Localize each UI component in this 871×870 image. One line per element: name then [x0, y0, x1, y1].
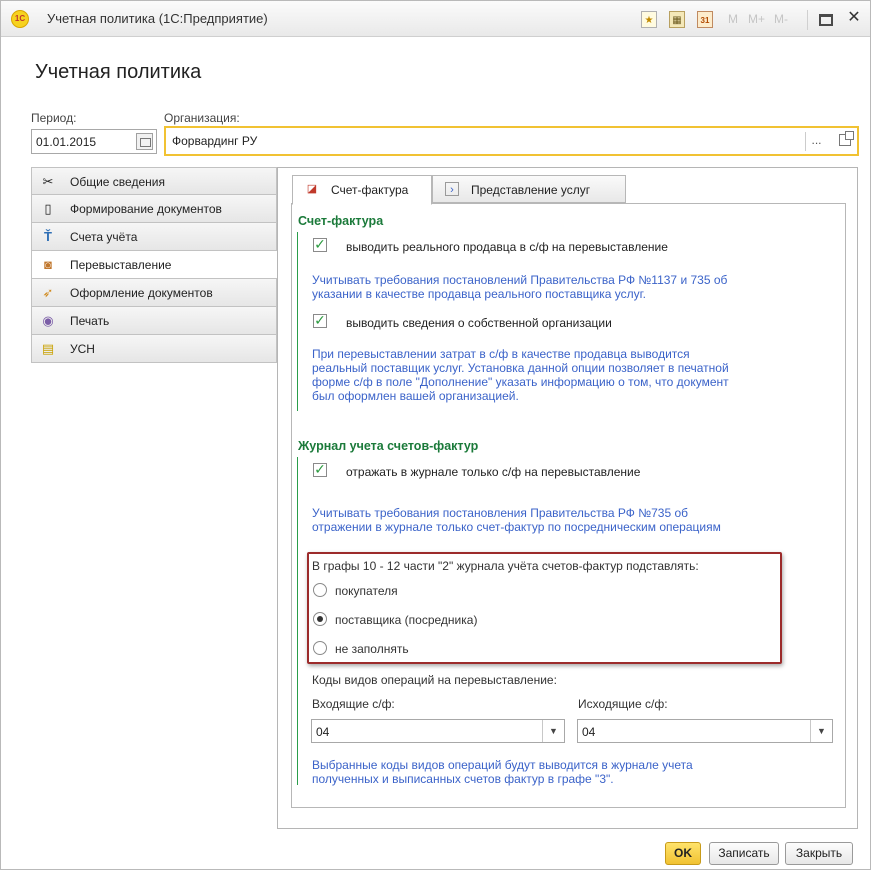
- window: 1С Учетная политика (1С:Предприятие) ★ ▦…: [0, 0, 871, 870]
- sidebar-item-reissue[interactable]: ◙ Перевыставление: [31, 251, 281, 279]
- print-icon: ◉: [42, 313, 54, 328]
- real-seller-label: выводить реального продавца в с/ф на пер…: [346, 240, 668, 254]
- section-marker: [297, 457, 298, 785]
- sidebar-item-general[interactable]: ✂ Общие сведения: [31, 167, 277, 195]
- design-icon: ➶: [42, 285, 54, 300]
- info-line: был оформлен вашей организацией.: [312, 389, 519, 403]
- tab-invoice[interactable]: ◪ Счет-фактура: [292, 175, 432, 205]
- info-text: Учитывать требования постановлений Прави…: [312, 273, 727, 301]
- info-line: Выбранные коды видов операций будут выво…: [312, 758, 693, 772]
- tools-icon: ✂: [42, 174, 54, 189]
- title-bar: 1С Учетная политика (1С:Предприятие) ★ ▦…: [1, 1, 870, 37]
- reissue-icon: ◙: [44, 257, 52, 272]
- usn-icon: ▤: [41, 341, 55, 356]
- document-icon: ▯: [44, 201, 52, 216]
- info-line: Учитывать требования постановления Прави…: [312, 506, 688, 520]
- page-title: Учетная политика: [35, 61, 202, 83]
- incoming-code-select[interactable]: 04 ▼: [311, 719, 565, 743]
- chevron-down-icon[interactable]: ▼: [810, 720, 832, 742]
- maximize-icon[interactable]: [819, 14, 833, 26]
- radio-supplier[interactable]: [313, 612, 327, 626]
- accounts-icon: Ť: [44, 229, 52, 244]
- sidebar-item-accounts[interactable]: Ť Счета учёта: [31, 223, 277, 251]
- outgoing-code-value: 04: [582, 725, 596, 739]
- sidebar-item-label: Счета учёта: [70, 230, 138, 244]
- app-logo-icon[interactable]: 1С: [11, 10, 29, 28]
- period-label: Период:: [31, 111, 77, 125]
- radio-supplier-label: поставщика (посредника): [335, 613, 478, 627]
- sidebar-item-usn[interactable]: ▤ УСН: [31, 335, 277, 363]
- section-title-journal: Журнал учета счетов-фактур: [298, 439, 479, 453]
- section-title-invoice: Счет-фактура: [298, 214, 384, 228]
- organization-label: Организация:: [164, 111, 240, 125]
- favorites-icon[interactable]: ★: [641, 11, 657, 28]
- outgoing-label: Исходящие с/ф:: [578, 697, 668, 711]
- journal-only-reissue-label: отражать в журнале только с/ф на перевыс…: [346, 465, 641, 479]
- calculator-icon[interactable]: ▦: [669, 11, 685, 28]
- info-line: форме с/ф в поле "Дополнение" указать ин…: [312, 375, 729, 389]
- codes-label: Коды видов операций на перевыставление:: [312, 673, 557, 687]
- sidebar-item-label: Общие сведения: [70, 175, 165, 189]
- info-line: отражении в журнале только счет-фактур п…: [312, 520, 721, 534]
- open-icon[interactable]: [839, 131, 854, 146]
- real-seller-checkbox[interactable]: ✓: [313, 237, 327, 252]
- sidebar-item-label: Оформление документов: [70, 286, 213, 300]
- section-marker: [297, 232, 298, 411]
- tab-label: Представление услуг: [471, 183, 591, 197]
- calendar-icon[interactable]: 31: [697, 11, 713, 28]
- info-line: Учитывать требования постановлений Прави…: [312, 273, 728, 287]
- close-icon[interactable]: ✕: [844, 9, 864, 26]
- sidebar-item-label: УСН: [70, 342, 95, 356]
- info-text: Учитывать требования постановления Прави…: [312, 506, 721, 534]
- memory-button[interactable]: M: [728, 11, 738, 28]
- info-line: указании в качестве продавца реального п…: [312, 287, 646, 301]
- sidebar-item-label: Перевыставление: [70, 258, 172, 272]
- ok-button[interactable]: OK: [665, 842, 701, 865]
- calendar-picker-icon[interactable]: [136, 133, 153, 150]
- organization-select-button[interactable]: ...: [805, 132, 827, 151]
- tab-label: Счет-фактура: [331, 183, 409, 197]
- sidebar-item-print[interactable]: ◉ Печать: [31, 307, 277, 335]
- period-value: 01.01.2015: [36, 135, 97, 149]
- incoming-code-value: 04: [316, 725, 330, 739]
- period-field[interactable]: 01.01.2015: [31, 129, 157, 154]
- own-org-label: выводить сведения о собственной организа…: [346, 316, 612, 330]
- outgoing-code-select[interactable]: 04 ▼: [577, 719, 833, 743]
- memory-plus-button[interactable]: M+: [748, 11, 765, 28]
- info-line: При перевыставлении затрат в с/ф в качес…: [312, 347, 690, 361]
- toolbar-divider: [807, 10, 808, 30]
- window-title: Учетная политика (1С:Предприятие): [47, 11, 268, 26]
- sidebar: ✂ Общие сведения ▯ Формирование документ…: [31, 167, 281, 363]
- info-text: Выбранные коды видов операций будут выво…: [312, 758, 693, 786]
- own-org-checkbox[interactable]: ✓: [313, 313, 327, 328]
- radio-group-label: В графы 10 - 12 части "2" журнала учёта …: [312, 559, 699, 573]
- memory-minus-button[interactable]: M-: [774, 11, 788, 28]
- info-line: полученных и выписанных счетов фактур в …: [312, 772, 614, 786]
- sidebar-item-label: Формирование документов: [70, 202, 222, 216]
- organization-value: Форвардинг РУ: [172, 134, 258, 148]
- sidebar-item-document-forming[interactable]: ▯ Формирование документов: [31, 195, 277, 223]
- radio-buyer[interactable]: [313, 583, 327, 597]
- radio-empty-label: не заполнять: [335, 642, 409, 656]
- sidebar-item-label: Печать: [70, 314, 110, 328]
- chevron-down-icon[interactable]: ▼: [542, 720, 564, 742]
- sidebar-item-document-design[interactable]: ➶ Оформление документов: [31, 279, 277, 307]
- services-icon: ›: [445, 182, 459, 196]
- save-button[interactable]: Записать: [709, 842, 779, 865]
- info-line: реальный поставщик услуг. Установка данн…: [312, 361, 729, 375]
- info-text: При перевыставлении затрат в с/ф в качес…: [312, 347, 729, 403]
- close-button[interactable]: Закрыть: [785, 842, 853, 865]
- organization-field[interactable]: Форвардинг РУ ...: [164, 126, 859, 156]
- radio-empty[interactable]: [313, 641, 327, 655]
- incoming-label: Входящие с/ф:: [312, 697, 395, 711]
- tab-services[interactable]: › Представление услуг: [432, 175, 626, 203]
- journal-only-reissue-checkbox[interactable]: ✓: [313, 462, 327, 477]
- radio-buyer-label: покупателя: [335, 584, 398, 598]
- invoice-icon: ◪: [306, 183, 318, 195]
